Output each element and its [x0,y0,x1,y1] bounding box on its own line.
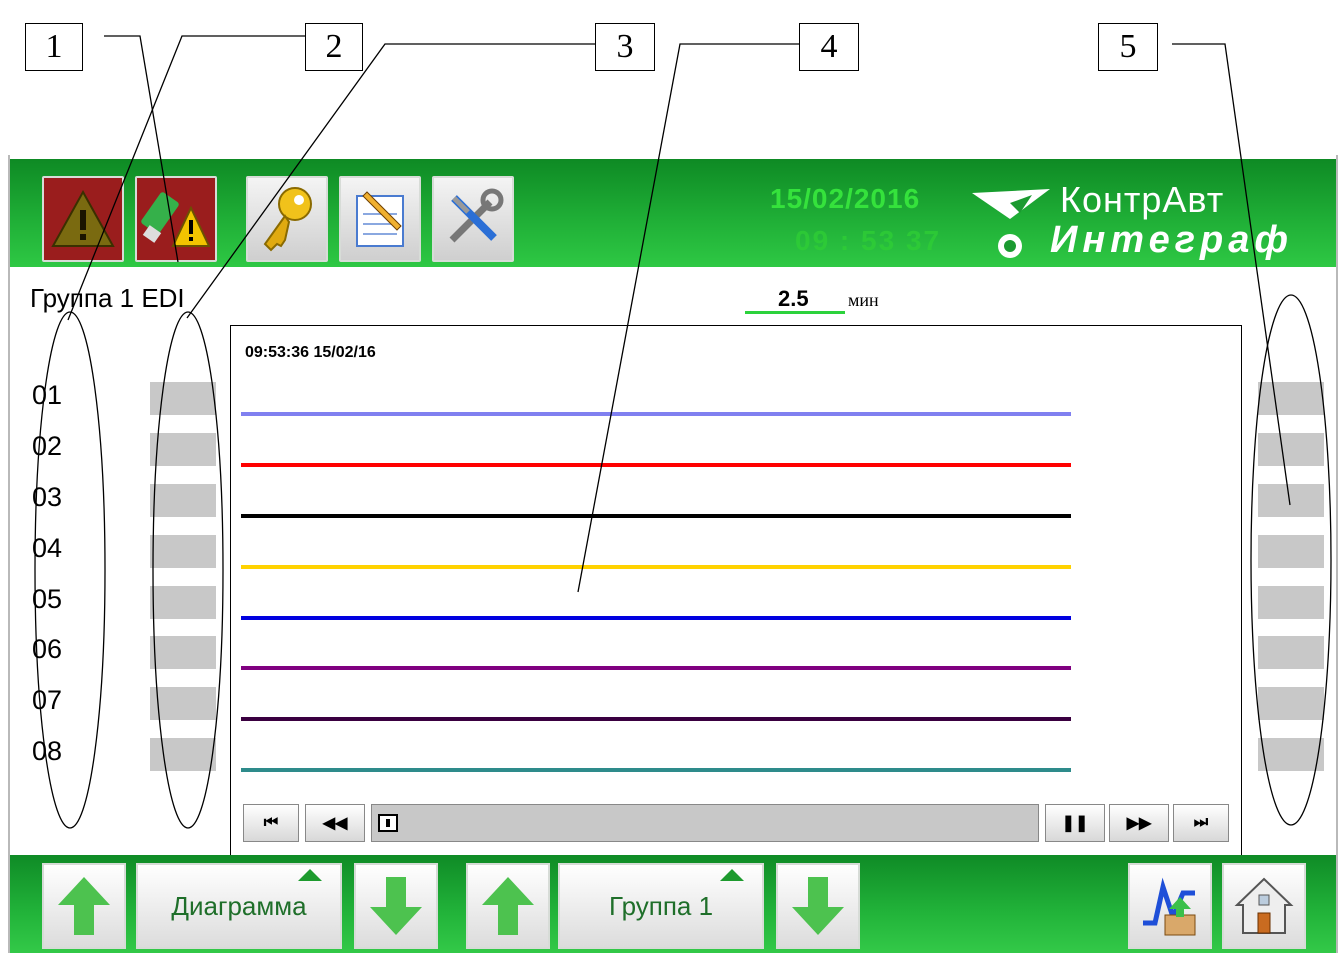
trend-line-3 [241,514,1071,518]
key-icon [263,187,312,252]
trend-archive-icon [1143,877,1196,936]
hmi-screen: 15/02/2016 09 : 53 37 КонтрАвт Интеграф … [8,155,1338,953]
notepad-icon [356,191,404,247]
trend-line-7 [241,717,1071,721]
channel-number: 02 [32,431,63,461]
bottom-toolbar: Диаграмма Группа 1 [10,855,1336,953]
period-unit: мин [848,290,879,310]
channel-value-left [150,738,216,771]
go-first-button[interactable]: ⏮ [243,804,299,842]
caret-up-icon [720,869,744,881]
channel-value-left [150,433,216,466]
period-underline [745,311,845,314]
current-time: 09 : 53 37 [795,225,942,256]
access-key-button[interactable] [246,176,328,262]
go-last-button[interactable]: ⏭ [1173,804,1229,842]
time-scrollbar[interactable] [371,804,1039,842]
trend-line-8 [241,768,1071,772]
group-select-button[interactable]: Группа 1 [558,863,764,949]
channel-value-left [150,636,216,669]
usb-alarm-button[interactable] [135,176,217,262]
callout-4: 4 [799,23,859,71]
arrow-up-icon [482,877,534,935]
group-select-label: Группа 1 [608,890,714,921]
channel-value-right [1258,535,1324,568]
view-select-label: Диаграмма [171,890,307,921]
tools-icon [449,188,504,243]
brand-mark-icon [998,234,1022,258]
archive-export-button[interactable] [1128,863,1212,949]
channel-number: 07 [32,685,63,715]
view-prev-button[interactable] [42,863,126,949]
forward-button[interactable]: ▶▶ [1109,804,1169,842]
channel-number: 08 [32,736,63,766]
group-title: Группа 1 EDI [30,283,185,313]
usb-warning-icon [141,192,211,247]
channel-number: 03 [32,482,63,512]
channel-value-right [1258,687,1324,720]
channel-value-right [1258,586,1324,619]
callout-1: 1 [25,23,83,71]
channel-value-left [150,687,216,720]
channel-number: 06 [32,634,63,664]
arrow-up-icon [58,877,110,935]
trend-line-5 [241,616,1071,620]
callout-3: 3 [595,23,655,71]
channel-value-left [150,535,216,568]
caret-up-icon [298,869,322,881]
channel-value-left [150,586,216,619]
pause-button[interactable]: ❚❚ [1045,804,1105,842]
channel-value-left [150,382,216,415]
channel-number: 04 [32,533,63,563]
group-next-button[interactable] [776,863,860,949]
scroll-thumb[interactable] [378,814,398,832]
trend-line-1 [241,412,1071,416]
rewind-button[interactable]: ◀◀ [305,804,365,842]
brand-logo-icon [972,189,1050,219]
home-icon [1234,877,1294,934]
channel-value-right [1258,382,1324,415]
channel-number: 05 [32,584,63,614]
alarm-warning-icon [51,189,115,247]
current-date: 15/02/2016 [770,183,921,214]
arrow-down-icon [370,877,422,935]
period-value[interactable]: 2.5 [778,286,809,312]
view-next-button[interactable] [354,863,438,949]
trend-line-6 [241,666,1071,670]
notes-button[interactable] [339,176,421,262]
trend-line-4 [241,565,1071,569]
trend-chart: 09:53:36 15/02/16 ⏮ ◀◀ ❚❚ ▶▶ ⏭ [230,325,1242,858]
channel-number: 01 [32,380,63,410]
group-prev-button[interactable] [466,863,550,949]
channel-value-right [1258,636,1324,669]
brand-name: КонтрАвт [1060,179,1225,220]
alarm-button[interactable] [42,176,124,262]
callout-5: 5 [1098,23,1158,71]
product-name: Интеграф [1050,219,1293,261]
chart-timestamp: 09:53:36 15/02/16 [245,344,376,361]
view-select-button[interactable]: Диаграмма [136,863,342,949]
callout-2: 2 [305,23,363,71]
trend-line-2 [241,463,1071,467]
channel-value-right [1258,738,1324,771]
top-toolbar: 15/02/2016 09 : 53 37 КонтрАвт Интеграф [10,159,1336,267]
channel-value-left [150,484,216,517]
channel-value-right [1258,484,1324,517]
home-button[interactable] [1222,863,1306,949]
channel-value-right [1258,433,1324,466]
settings-button[interactable] [432,176,514,262]
arrow-down-icon [792,877,844,935]
